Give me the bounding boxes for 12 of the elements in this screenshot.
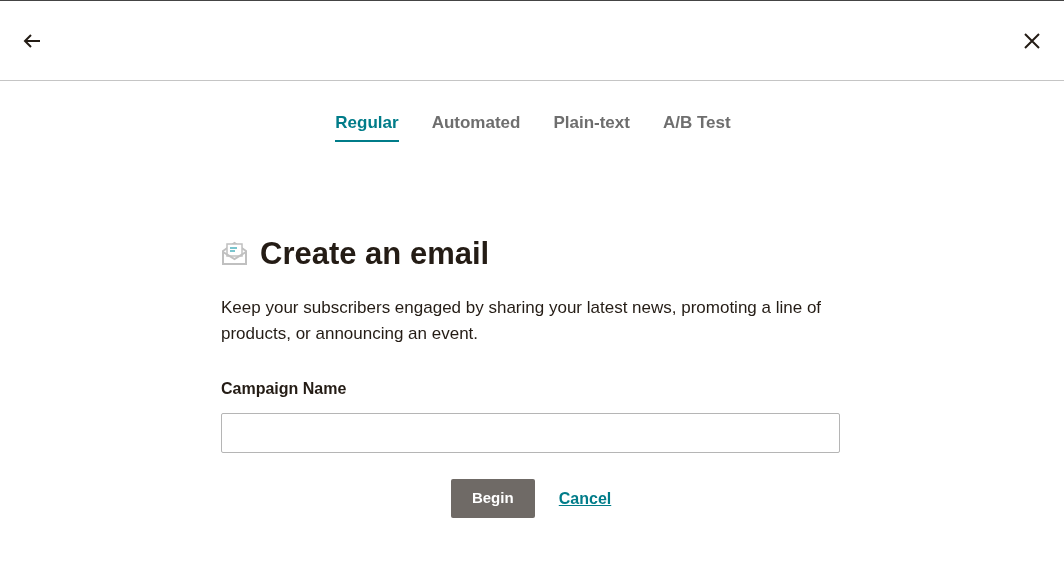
tab[interactable]: A/B Test xyxy=(662,110,731,142)
open-envelope-icon xyxy=(221,240,248,268)
campaign-name-field[interactable] xyxy=(221,413,840,453)
tab[interactable]: Plain-text xyxy=(553,110,630,142)
tab[interactable]: Regular xyxy=(335,110,399,142)
description: Keep your subscribers engaged by sharing your latest news, promoting a line of products, or announcing an event. xyxy=(221,297,823,345)
begin-button[interactable]: Begin xyxy=(450,479,535,518)
close-icon xyxy=(1022,30,1042,51)
field-label: Campaign Name xyxy=(221,379,348,399)
cancel-link[interactable]: Cancel xyxy=(558,486,612,511)
tab[interactable]: Automated xyxy=(431,110,521,142)
heading: Create an email xyxy=(260,234,490,273)
